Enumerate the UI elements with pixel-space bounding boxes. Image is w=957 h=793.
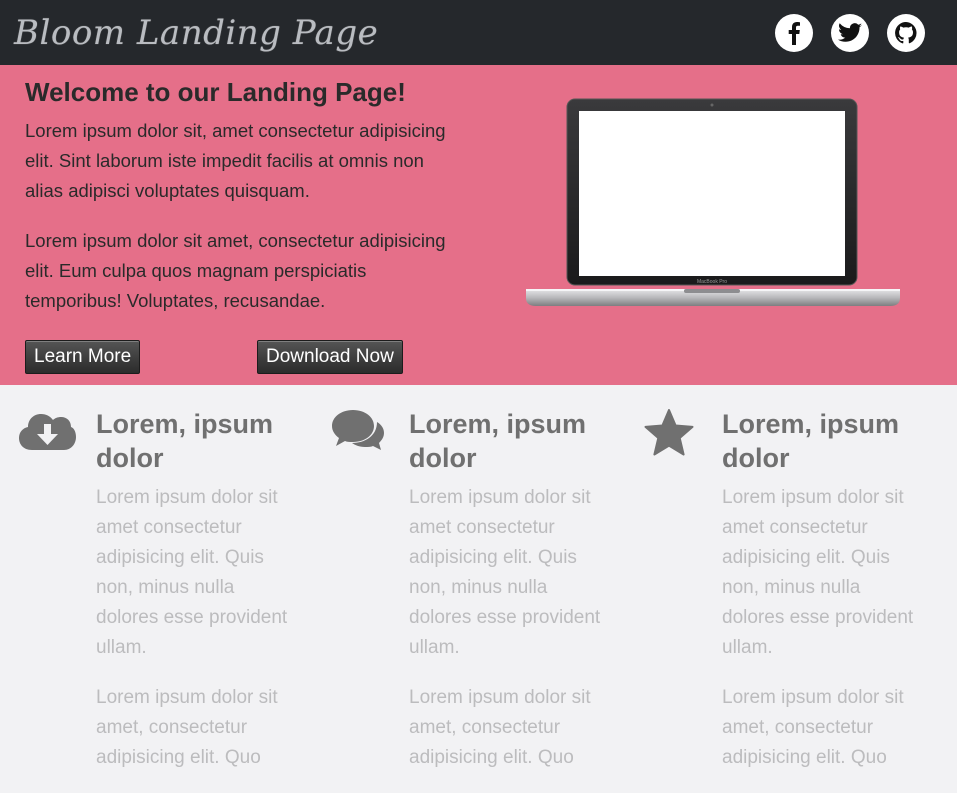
feature-paragraph-2: Lorem ipsum dolor sit amet, consectetur … [722, 687, 904, 768]
hero-title: Welcome to our Landing Page! [25, 77, 406, 107]
feature-title: Lorem, ipsum dolor [722, 409, 900, 473]
cloud-download-icon [19, 414, 76, 450]
comments-icon [332, 410, 384, 450]
facebook-icon[interactable] [775, 13, 813, 52]
star-icon [644, 409, 694, 456]
hero-paragraph-2: Lorem ipsum dolor sit amet, consectetur … [25, 230, 446, 311]
feature-title: Lorem, ipsum dolor [96, 409, 274, 473]
hero-section: Welcome to our Landing Page! Lorem ipsum… [0, 65, 957, 385]
feature-card: Lorem, ipsum dolor Lorem ipsum dolor sit… [18, 407, 331, 793]
feature-card: Lorem, ipsum dolor Lorem ipsum dolor sit… [644, 407, 957, 793]
laptop-image: MacBook Pro [524, 95, 904, 314]
hero-paragraph-1: Lorem ipsum dolor sit, amet consectetur … [25, 120, 446, 201]
top-navbar: Bloom Landing Page [0, 0, 957, 65]
feature-paragraph-2: Lorem ipsum dolor sit amet, consectetur … [409, 687, 591, 768]
feature-paragraph-1: Lorem ipsum dolor sit amet consectetur a… [96, 487, 288, 658]
feature-card: Lorem, ipsum dolor Lorem ipsum dolor sit… [331, 407, 644, 793]
github-icon[interactable] [887, 13, 925, 52]
feature-paragraph-2: Lorem ipsum dolor sit amet, consectetur … [96, 687, 278, 768]
laptop-brand-text: MacBook Pro [697, 279, 727, 285]
twitter-icon[interactable] [831, 13, 869, 52]
hero-text: Welcome to our Landing Page! Lorem ipsum… [25, 77, 465, 316]
feature-title: Lorem, ipsum dolor [409, 409, 587, 473]
download-now-button[interactable]: Download Now [257, 340, 403, 374]
brand-logo[interactable]: Bloom Landing Page [14, 13, 378, 53]
social-links [775, 13, 925, 52]
feature-paragraph-1: Lorem ipsum dolor sit amet consectetur a… [409, 487, 601, 658]
features-section: Lorem, ipsum dolor Lorem ipsum dolor sit… [0, 385, 957, 793]
learn-more-button[interactable]: Learn More [25, 340, 141, 374]
feature-paragraph-1: Lorem ipsum dolor sit amet consectetur a… [722, 487, 914, 658]
